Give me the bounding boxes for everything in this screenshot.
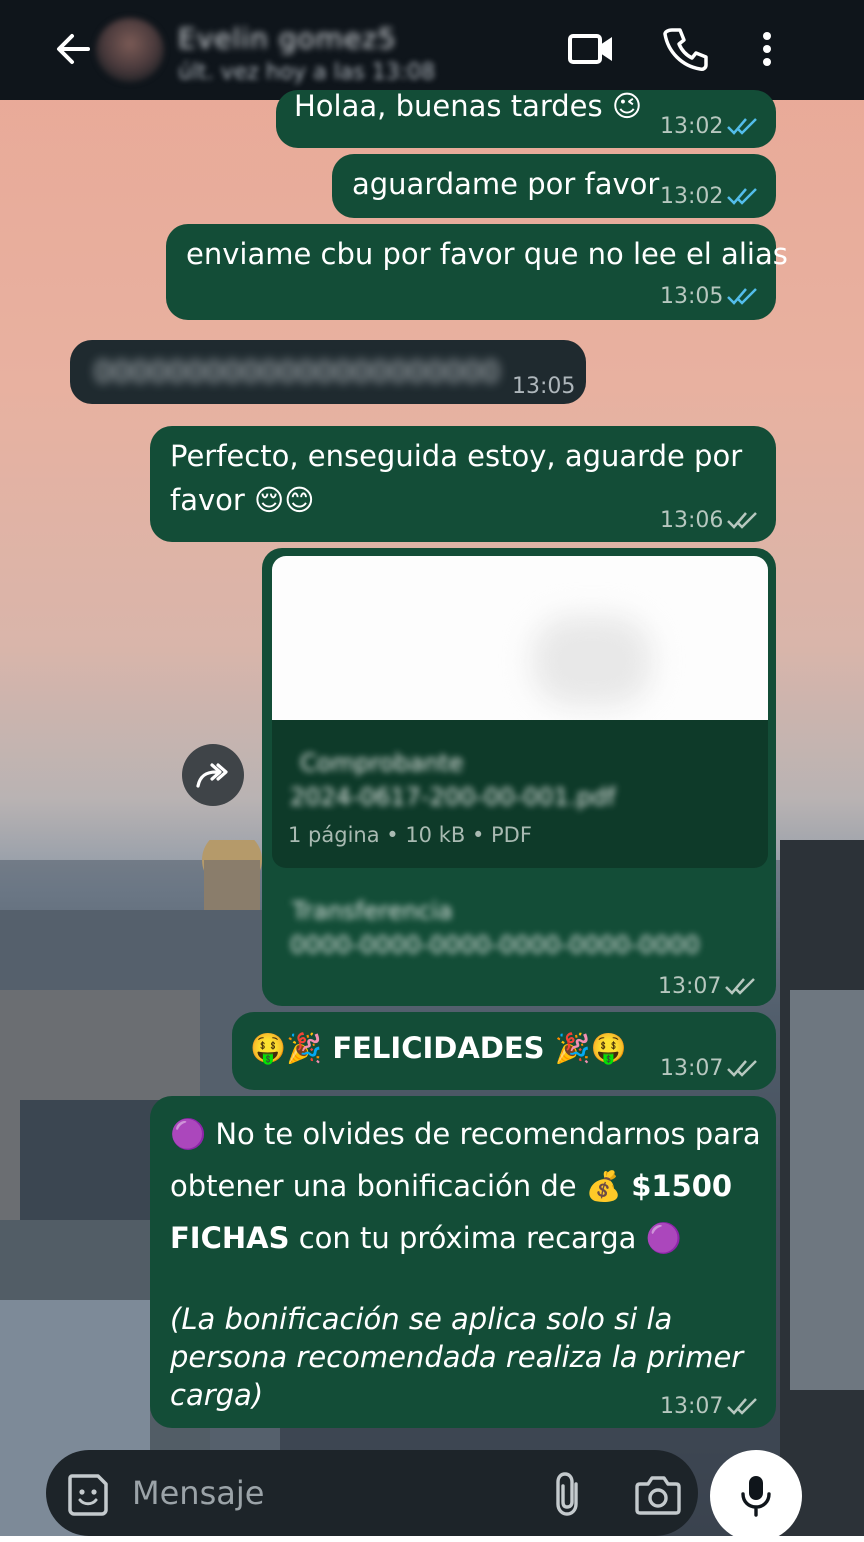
message-text: favor 😌😊	[170, 483, 315, 517]
sticker-icon[interactable]	[64, 1470, 112, 1518]
last-seen-status: últ. vez hoy a las 13:08	[178, 60, 436, 85]
message-time: 13:06	[660, 508, 724, 533]
message-bubble-outgoing[interactable]: 🟣 No te olvides de recomendarnos para ob…	[150, 1096, 776, 1428]
message-italic-text: carga)	[170, 1378, 264, 1412]
message-time: 13:07	[660, 1394, 724, 1419]
message-text: enviame cbu por favor que no lee el alia…	[186, 237, 788, 271]
contact-name[interactable]: Evelin gomez5	[178, 22, 397, 55]
phone-icon[interactable]	[660, 24, 710, 74]
message-bubble-incoming[interactable]: 0000000000000000000000 13:05	[70, 340, 586, 404]
video-call-icon[interactable]	[566, 24, 616, 74]
message-italic-text: persona recomendada realiza la primer	[170, 1340, 744, 1374]
document-file: 2024-0617-200-00-001.pdf	[290, 783, 616, 811]
blurred-cbu-text: 0000000000000000000000	[94, 355, 500, 389]
read-ticks-icon	[727, 188, 757, 205]
message-time: 13:05	[660, 284, 724, 309]
document-preview[interactable]	[272, 556, 768, 720]
message-time: 13:05	[512, 374, 576, 399]
message-time: 13:02	[660, 114, 724, 139]
message-time: 13:07	[660, 1056, 724, 1081]
message-text: Perfecto, enseguida estoy, aguarde por	[170, 439, 743, 473]
voice-message-button[interactable]	[710, 1450, 802, 1542]
message-text: aguardame por favor	[352, 167, 660, 201]
delivered-ticks-icon	[727, 1060, 757, 1077]
camera-icon[interactable]	[634, 1472, 682, 1516]
forward-icon	[196, 763, 228, 788]
message-input[interactable]: Mensaje	[132, 1474, 264, 1512]
message-italic-text: (La bonificación se aplica solo si la	[170, 1302, 673, 1336]
read-ticks-icon	[727, 288, 757, 305]
avatar[interactable]	[96, 18, 164, 82]
back-arrow-icon[interactable]	[48, 24, 98, 74]
message-text: FICHAS con tu próxima recarga 🟣	[170, 1221, 682, 1255]
forward-button[interactable]	[182, 744, 244, 806]
message-bubble-outgoing[interactable]: Holaa, buenas tardes 😉 13:02	[276, 89, 776, 148]
attach-icon[interactable]	[548, 1470, 588, 1518]
message-bubble-outgoing[interactable]: enviame cbu por favor que no lee el alia…	[166, 224, 788, 320]
delivered-ticks-icon	[727, 1398, 757, 1415]
mic-icon	[741, 1476, 771, 1517]
message-text: Holaa, buenas tardes 😉	[294, 89, 643, 123]
message-bubble-outgoing[interactable]: 🤑🎉 FELICIDADES 🎉🤑 13:07	[232, 1012, 776, 1090]
document-caption: 0000-0000-0000-0000-0000-0000	[290, 931, 700, 959]
read-ticks-icon	[727, 118, 757, 135]
document-name: Comprobante	[300, 749, 464, 777]
document-caption: Transferencia	[292, 897, 453, 925]
more-vert-icon[interactable]	[742, 24, 792, 74]
message-text: obtener una bonificación de 💰 $1500	[170, 1169, 733, 1203]
message-bubble-outgoing[interactable]: Perfecto, enseguida estoy, aguarde por f…	[150, 426, 776, 542]
message-text: 🤑🎉 FELICIDADES 🎉🤑	[250, 1031, 627, 1065]
message-time: 13:02	[660, 184, 724, 209]
document-info[interactable]: Comprobante 2024-0617-200-00-001.pdf 1 p…	[272, 720, 768, 868]
message-bubble-outgoing[interactable]: aguardame por favor 13:02	[332, 154, 776, 218]
delivered-ticks-icon	[725, 978, 755, 995]
delivered-ticks-icon	[727, 512, 757, 529]
message-time: 13:07	[658, 974, 722, 999]
message-text: 🟣 No te olvides de recomendarnos para	[170, 1117, 761, 1151]
document-meta: 1 página • 10 kB • PDF	[288, 823, 532, 847]
